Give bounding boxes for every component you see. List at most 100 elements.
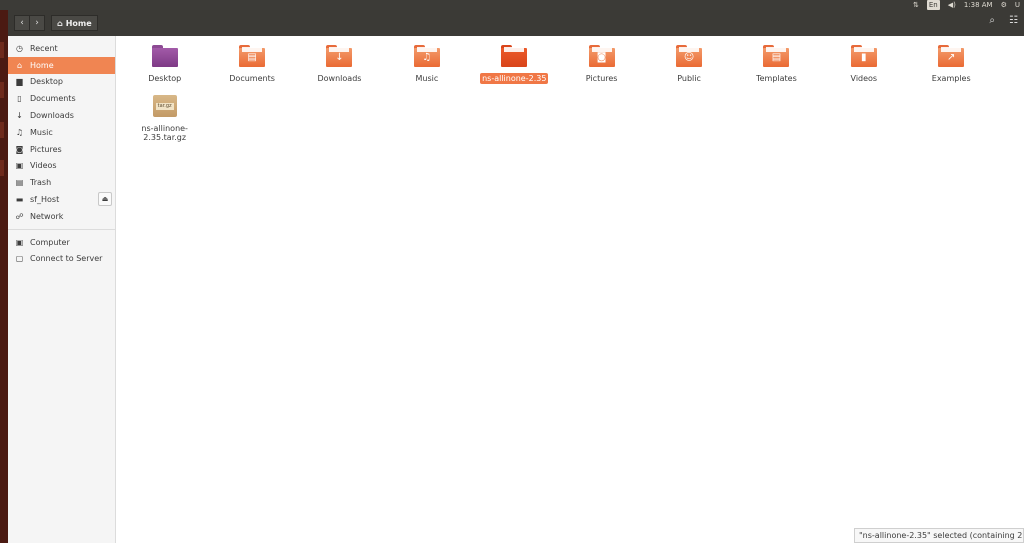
launcher-item[interactable] (0, 42, 4, 58)
header-bar: ‹ › ⌂ Home ⌕ ☷ (8, 10, 1024, 36)
sidebar-item-recent[interactable]: ◷ Recent (8, 40, 115, 57)
file-item-public[interactable]: ☺ Public (645, 43, 732, 93)
sidebar-item-network[interactable]: ☍ Network (8, 208, 115, 225)
status-bar: "ns-allinone-2.35" selected (containing … (854, 528, 1024, 543)
desktop-icon: ▆ (16, 77, 23, 87)
sidebar-item-label: Pictures (30, 144, 62, 154)
file-label: Examples (931, 74, 971, 83)
film-icon: ▣ (15, 161, 24, 171)
archive-icon: tar.gz (152, 95, 177, 117)
folder-emblem-icon: ◙ (596, 52, 607, 63)
sidebar-item-label: Documents (30, 94, 76, 104)
drive-icon: ▬ (15, 195, 24, 205)
sidebar-item-pictures[interactable]: ◙ Pictures (8, 141, 115, 158)
trash-icon: ▤ (15, 178, 24, 188)
home-icon: ⌂ (16, 60, 23, 70)
folder-emblem-icon: ↓ (335, 52, 344, 63)
folder-icon (151, 45, 178, 67)
folder-icon: ☺ (676, 45, 703, 67)
file-label: ns-allinone-2.35.tar.gz (141, 124, 188, 142)
file-grid: Desktop ▤ Documents ↓ Downloads ♫ Music ns-alli… (121, 43, 995, 143)
search-icon[interactable]: ⌕ (989, 15, 995, 26)
folder-icon (501, 45, 528, 67)
launcher-item[interactable] (0, 160, 4, 176)
folder-emblem-icon: ▤ (247, 52, 257, 63)
file-label: Templates (756, 74, 797, 83)
folder-icon: ↗ (938, 45, 965, 67)
server-icon: ▢ (15, 254, 24, 264)
sidebar-item-label: Desktop (30, 77, 63, 87)
sidebar-item-music[interactable]: ♫ Music (8, 124, 115, 141)
document-icon: ▯ (17, 94, 22, 104)
path-label: Home (65, 18, 92, 28)
file-item-documents[interactable]: ▤ Documents (208, 43, 295, 93)
file-item-downloads[interactable]: ↓ Downloads (296, 43, 383, 93)
volume-icon[interactable]: ◀) (948, 0, 956, 10)
folder-emblem-icon: ♫ (422, 52, 432, 63)
eject-icon[interactable]: ⏏ (98, 192, 112, 207)
sidebar-item-videos[interactable]: ▣ Videos (8, 158, 115, 175)
chevron-left-icon: ‹ (20, 18, 24, 28)
file-view[interactable]: Desktop ▤ Documents ↓ Downloads ♫ Music ns-alli… (117, 36, 1024, 543)
sidebar-item-documents[interactable]: ▯ Documents (8, 90, 115, 107)
file-item-music[interactable]: ♫ Music (383, 43, 470, 93)
user-indicator[interactable]: U (1015, 0, 1020, 10)
top-panel: ⇅ En ◀) 1:38 AM ⚙ U (0, 0, 1024, 10)
file-item-videos[interactable]: ▮ Videos (820, 43, 907, 93)
forward-button[interactable]: › (29, 15, 45, 31)
folder-emblem-icon: ▮ (861, 52, 867, 63)
chevron-right-icon: › (35, 18, 39, 28)
file-item-templates[interactable]: ▤ Templates (733, 43, 820, 93)
music-icon: ♫ (15, 127, 24, 137)
back-button[interactable]: ‹ (14, 15, 30, 31)
file-label: Documents (229, 74, 275, 83)
sidebar-item-label: Network (30, 211, 64, 221)
launcher-item[interactable] (0, 122, 4, 138)
folder-emblem-icon: ☺ (683, 52, 695, 63)
list-icon[interactable]: ☷ (1009, 15, 1018, 26)
sidebar-item-label: Home (30, 60, 54, 70)
sidebar-item-label: Computer (30, 237, 70, 247)
folder-emblem-icon: ▤ (771, 52, 782, 63)
folder-icon: ▤ (763, 45, 790, 67)
file-label: Downloads (317, 74, 362, 83)
clock[interactable]: 1:38 AM (964, 0, 993, 10)
sidebar-item-trash[interactable]: ▤ Trash (8, 174, 115, 191)
file-label: Music (415, 74, 439, 83)
file-item-examples[interactable]: ↗ Examples (908, 43, 995, 93)
file-label: Public (677, 74, 701, 83)
path-bar-home[interactable]: ⌂ Home (51, 15, 98, 31)
sidebar-item-connect-to-server[interactable]: ▢ Connect to Server (8, 251, 115, 268)
header-actions: ⌕ ☷ (989, 15, 1018, 26)
file-label: Pictures (585, 74, 618, 83)
settings-gear-icon[interactable]: ⚙ (1001, 0, 1007, 10)
keyboard-indicator[interactable]: En (926, 0, 940, 10)
launcher-item[interactable] (0, 82, 4, 98)
camera-icon: ◙ (15, 144, 24, 154)
sidebar-item-label: sf_Host (30, 195, 60, 205)
sidebar-item-computer[interactable]: ▣ Computer (8, 234, 115, 251)
sidebar-item-downloads[interactable]: ↓ Downloads (8, 107, 115, 124)
computer-icon: ▣ (15, 237, 24, 247)
network-icon: ☍ (15, 211, 24, 221)
sidebar-item-label: Trash (30, 178, 52, 188)
launcher (0, 10, 8, 543)
home-icon: ⌂ (57, 18, 63, 28)
sidebar-item-home[interactable]: ⌂ Home (8, 56, 115, 74)
file-item-ns-allinone-2-35[interactable]: ns-allinone-2.35 (471, 43, 558, 93)
sidebar-item-sf-host[interactable]: ▬ sf_Host ⏏ (8, 191, 115, 208)
folder-icon: ♫ (413, 45, 440, 67)
sidebar-separator (8, 228, 115, 230)
folder-icon: ◙ (588, 45, 615, 67)
sidebar-item-label: Downloads (30, 111, 74, 121)
file-label: Videos (850, 74, 878, 83)
file-label: ns-allinone-2.35 (480, 73, 549, 84)
folder-emblem-icon: ↗ (947, 52, 956, 63)
folder-icon: ▮ (850, 45, 877, 67)
file-item-ns-allinone-2-35-tar-gz[interactable]: tar.gz ns-allinone-2.35.tar.gz (121, 93, 208, 143)
network-arrows-icon[interactable]: ⇅ (913, 0, 919, 10)
file-item-desktop[interactable]: Desktop (121, 43, 208, 93)
sidebar-item-desktop[interactable]: ▆ Desktop (8, 74, 115, 91)
file-item-pictures[interactable]: ◙ Pictures (558, 43, 645, 93)
download-icon: ↓ (16, 111, 23, 121)
